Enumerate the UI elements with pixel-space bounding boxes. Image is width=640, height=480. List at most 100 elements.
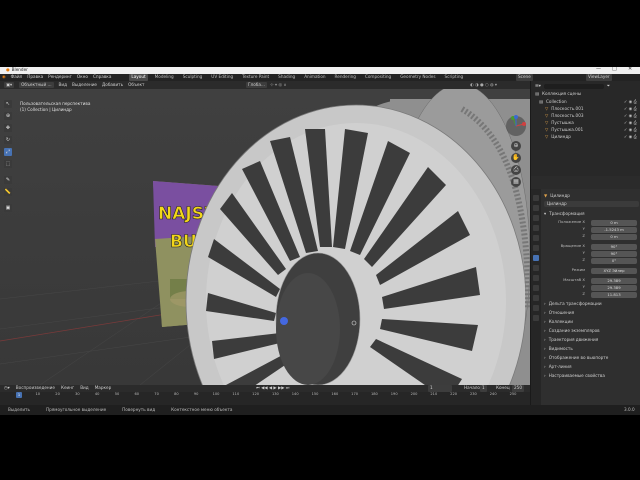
editor-type-button[interactable]: ▣▾ xyxy=(4,81,15,89)
menu-edit[interactable]: Правка xyxy=(27,75,43,79)
menu-marker[interactable]: Маркер xyxy=(95,386,112,390)
outliner-item[interactable]: ▽ Пустышка.001 ✓ ◉ ⎙ xyxy=(535,127,639,133)
outliner-editor-icon[interactable]: ☰▾ xyxy=(535,83,541,88)
scale-tool-icon[interactable]: ⤢ xyxy=(4,148,12,156)
menu-select[interactable]: Выделение xyxy=(72,82,97,87)
menu-help[interactable]: Справка xyxy=(93,75,111,79)
select-tool-icon[interactable]: ↖ xyxy=(4,100,12,108)
property-field[interactable]: 0 m xyxy=(591,220,637,226)
playhead[interactable]: 1 xyxy=(16,392,22,398)
tab-material[interactable] xyxy=(533,315,539,321)
tab-data[interactable] xyxy=(533,305,539,311)
menu-window[interactable]: Окно xyxy=(77,75,88,79)
visibility-icon[interactable]: ✓ ◉ ⎙ xyxy=(624,120,637,125)
tab-animation[interactable]: Animation xyxy=(302,74,327,80)
tab-modeling[interactable]: Modeling xyxy=(153,74,176,80)
property-section-header[interactable]: › Видимость xyxy=(544,346,639,352)
property-field[interactable]: 0 m xyxy=(591,234,637,240)
property-field[interactable]: 90° xyxy=(591,244,637,250)
tab-rendering[interactable]: Rendering xyxy=(333,74,358,80)
outliner-scene-collection[interactable]: ▤ Коллекция сцены xyxy=(535,91,639,97)
measure-tool-icon[interactable]: 📏 xyxy=(4,188,12,196)
close-button[interactable]: ✕ xyxy=(628,67,632,74)
menu-file[interactable]: Файл xyxy=(11,75,23,79)
grid-icon[interactable]: ▦ xyxy=(511,177,521,187)
zoom-icon[interactable]: ⊕ xyxy=(511,141,521,151)
object-name-field[interactable]: Цилиндр xyxy=(544,201,639,207)
transform-tool-icon[interactable]: ⬚ xyxy=(4,160,12,168)
property-field[interactable]: XYZ Эйлер xyxy=(591,268,637,274)
outliner-item[interactable]: ▤ Collection ✓ ◉ ⎙ xyxy=(535,99,639,105)
tab-object[interactable] xyxy=(533,255,539,261)
move-tool-icon[interactable]: ✥ xyxy=(4,124,12,132)
outliner-item[interactable]: ▽ Цилиндр ✓ ◉ ⎙ xyxy=(535,134,639,140)
add-cube-tool-icon[interactable]: ▣ xyxy=(4,204,12,212)
tab-geometry-nodes[interactable]: Geometry Nodes xyxy=(398,74,437,80)
navigation-gizmo[interactable] xyxy=(505,115,527,137)
tab-tool[interactable] xyxy=(533,195,539,201)
property-section-header[interactable]: › Настраиваемые свойства xyxy=(544,373,639,379)
property-section-header[interactable]: › Создание экземпляров xyxy=(544,328,639,334)
scene-selector[interactable]: Scene xyxy=(516,74,533,81)
property-section-header[interactable]: › Дельта трансформации xyxy=(544,301,639,307)
tab-sculpting[interactable]: Sculpting xyxy=(181,74,205,80)
property-field[interactable]: 90° xyxy=(591,251,637,257)
tab-shading[interactable]: Shading xyxy=(276,74,297,80)
property-field[interactable]: -1.5243 m xyxy=(591,227,637,233)
filter-icon[interactable]: ⏷ xyxy=(607,83,610,88)
maximize-button[interactable]: □ xyxy=(612,67,617,74)
tab-physics[interactable] xyxy=(533,285,539,291)
tab-constraints[interactable] xyxy=(533,295,539,301)
property-section-header[interactable]: › Отображение во вьюпорте xyxy=(544,355,639,361)
property-field[interactable]: 29.389 xyxy=(591,285,637,291)
transform-section-header[interactable]: ▾ Трансформация xyxy=(544,211,639,217)
menu-view[interactable]: Вид xyxy=(59,82,68,87)
property-section-header[interactable]: › Траектория движения xyxy=(544,337,639,343)
property-section-header[interactable]: › Коллекции xyxy=(544,319,639,325)
cursor-tool-icon[interactable]: ⊕ xyxy=(4,112,12,120)
tab-output[interactable] xyxy=(533,215,539,221)
visibility-icon[interactable]: ✓ ◉ ⎙ xyxy=(624,99,637,104)
mode-selector[interactable]: Объектный ... xyxy=(19,81,54,89)
visibility-icon[interactable]: ✓ ◉ ⎙ xyxy=(624,127,637,132)
rotate-tool-icon[interactable]: ↻ xyxy=(4,136,12,144)
outliner-search-input[interactable] xyxy=(543,83,604,89)
property-section-header[interactable]: › Отношения xyxy=(544,310,639,316)
snap-icon[interactable]: ⊹ ⌖ ◎ ∧ xyxy=(270,82,287,87)
tab-modifiers[interactable] xyxy=(533,265,539,271)
tab-particles[interactable] xyxy=(533,275,539,281)
current-frame-field[interactable]: 1 xyxy=(428,385,452,392)
timeline-ruler[interactable]: 0102030405060708090100110120130140150160… xyxy=(10,392,520,399)
outliner-item[interactable]: ▽ Пустышка ✓ ◉ ⎙ xyxy=(535,120,639,126)
tab-texture-paint[interactable]: Texture Paint xyxy=(240,74,271,80)
property-field[interactable]: 11.813 xyxy=(591,292,637,298)
tab-view-layer[interactable] xyxy=(533,225,539,231)
tab-scripting[interactable]: Scripting xyxy=(443,74,466,80)
tab-layout[interactable]: Layout xyxy=(129,74,148,81)
camera-icon[interactable]: ⎙ xyxy=(511,165,521,175)
property-section-header[interactable]: › Арт-линия xyxy=(544,364,639,370)
property-field[interactable]: 0° xyxy=(591,258,637,264)
outliner-item[interactable]: ▽ Плоскость.003 ✓ ◉ ⎙ xyxy=(535,113,639,119)
minimize-button[interactable]: — xyxy=(596,67,601,74)
3d-viewport[interactable]: NAJSZYBS BUGG xyxy=(0,89,530,385)
menu-render[interactable]: Рендеринг xyxy=(48,75,72,79)
playback-controls-icon[interactable]: ⏮ ◀◀ ◀ ▶ ▶▶ ⏭ xyxy=(256,386,290,390)
visibility-icon[interactable]: ✓ ◉ ⎙ xyxy=(624,134,637,139)
transform-orientation-selector[interactable]: Глоба... xyxy=(246,81,267,89)
tab-uv-editing[interactable]: UV Editing xyxy=(209,74,235,80)
view-layer-selector[interactable]: ViewLayer xyxy=(586,74,612,81)
blender-menu-icon[interactable]: ◉ xyxy=(2,75,6,79)
pan-icon[interactable]: ✋ xyxy=(511,153,521,163)
visibility-icon[interactable]: ✓ ◉ ⎙ xyxy=(624,113,637,118)
menu-keying[interactable]: Кеинг xyxy=(61,386,74,390)
end-frame-field[interactable]: 250 xyxy=(512,385,524,392)
timeline-editor-icon[interactable]: ◷▾ xyxy=(4,386,10,390)
tab-render[interactable] xyxy=(533,205,539,211)
annotate-tool-icon[interactable]: ✎ xyxy=(4,176,12,184)
tab-compositing[interactable]: Compositing xyxy=(363,74,393,80)
menu-add[interactable]: Добавить xyxy=(102,82,123,87)
menu-timeline-view[interactable]: Вид xyxy=(80,386,89,390)
menu-object[interactable]: Объект xyxy=(128,82,144,87)
visibility-icon[interactable]: ✓ ◉ ⎙ xyxy=(624,106,637,111)
